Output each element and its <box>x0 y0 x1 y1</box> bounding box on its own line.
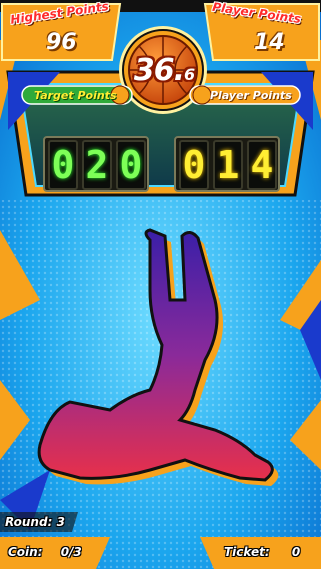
target-digit: 0 <box>116 140 146 190</box>
ticket-label: Ticket: <box>224 545 270 559</box>
countdown-timer: 36.6 <box>133 53 195 88</box>
coin-value: 0/3 <box>60 545 82 559</box>
target-points-label: Target Points <box>34 89 117 102</box>
target-digit: 0 <box>48 140 78 190</box>
scoreboard-player-points-label: Player Points <box>210 89 292 102</box>
player-digit: 1 <box>213 140 243 190</box>
coin-indicator: Coin: 0/3 <box>8 545 82 559</box>
round-indicator: Round: 3 <box>5 515 65 529</box>
coin-label: Coin: <box>8 545 43 559</box>
round-label: Round: <box>5 515 53 529</box>
player-points-value: 14 <box>254 30 285 55</box>
player-digit: 4 <box>247 140 277 190</box>
game-screen: Highest Points 96 Player Points 14 36.6 … <box>0 0 321 569</box>
round-value: 3 <box>56 515 65 529</box>
target-digit: 2 <box>82 140 112 190</box>
ticket-indicator: Ticket: 0 <box>224 545 300 559</box>
ticket-value: 0 <box>291 545 301 559</box>
highest-points-value: 96 <box>46 30 77 55</box>
player-digit: 0 <box>179 140 209 190</box>
